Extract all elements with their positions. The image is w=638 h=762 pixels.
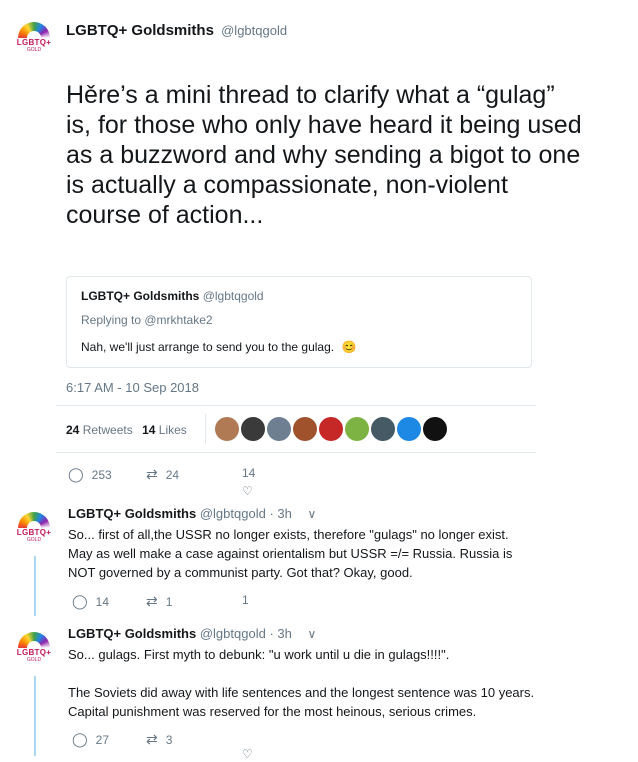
reply-header: LGBTQ+ Goldsmiths @lgbtqgold · 3h ∨ [68, 626, 316, 641]
tweet-timestamp[interactable]: 6:17 AM - 10 Sep 2018 [66, 380, 199, 395]
quoted-text-row: Nah, we'll just arrange to send you to t… [81, 340, 356, 354]
liker-avatar[interactable] [293, 417, 317, 441]
liker-avatar[interactable] [267, 417, 291, 441]
quoted-tweet[interactable]: LGBTQ+ Goldsmiths @lgbtqgold Replying to… [66, 276, 532, 368]
reply-line [68, 664, 534, 683]
divider [56, 452, 536, 453]
reply-time[interactable]: · 3h [269, 506, 291, 521]
like-count: 14 [242, 466, 256, 480]
reply-button[interactable]: ◯ 27 [72, 731, 109, 748]
divider [56, 405, 536, 406]
stats-separator [205, 414, 206, 444]
reply-author-name[interactable]: LGBTQ+ Goldsmiths [68, 626, 196, 641]
retweets-label: Retweets [82, 423, 133, 437]
engagement-stats: 24 Retweets 14 Likes [66, 423, 187, 437]
avatar[interactable]: LGBTQ+ GOLD [14, 510, 54, 550]
retweet-count: 1 [165, 595, 173, 609]
smile-emoji-icon: 😊 [341, 340, 357, 354]
retweet-icon: ⇄ [146, 466, 158, 482]
quoted-author-handle: @lgbtqgold [202, 289, 264, 303]
thread-line [34, 556, 36, 616]
chevron-down-icon[interactable]: ∨ [307, 507, 316, 521]
liker-avatar[interactable] [423, 417, 447, 441]
reply-line: The Soviets did away with life sentences… [68, 685, 535, 700]
reply-author-name[interactable]: LGBTQ+ Goldsmiths [68, 506, 196, 521]
like-count: 1 [242, 593, 249, 607]
liker-avatar[interactable] [319, 417, 343, 441]
avatar-subtext: GOLD [26, 47, 42, 53]
reply-body: So... first of all,the USSR no longer ex… [68, 525, 512, 582]
reply-header: LGBTQ+ Goldsmiths @lgbtqgold · 3h ∨ [68, 506, 316, 521]
reply-line: NOT governed by a communist party. Got t… [68, 565, 413, 580]
author-handle[interactable]: @lgbtqgold [221, 23, 287, 38]
likes-stat[interactable]: 14 Likes [142, 423, 187, 437]
reply-line: May as well make a case against oriental… [68, 546, 513, 561]
reply-line: So... gulags. First myth to debunk: "u w… [68, 647, 450, 662]
liker-avatar[interactable] [215, 417, 239, 441]
liker-avatar[interactable] [371, 417, 395, 441]
reply-button[interactable]: ◯ 14 [72, 593, 109, 610]
avatar-text: LGBTQ+ [16, 648, 52, 657]
heart-icon[interactable]: ♡ [242, 747, 253, 761]
avatar-subtext: GOLD [26, 537, 42, 543]
replying-to: Replying to @mrkhtake2 [81, 313, 213, 327]
avatar[interactable]: LGBTQ+ GOLD [14, 20, 54, 60]
reply-body: So... gulags. First myth to debunk: "u w… [68, 645, 534, 721]
author-name[interactable]: LGBTQ+ Goldsmiths [66, 22, 214, 39]
avatar-text: LGBTQ+ [16, 528, 52, 537]
like-button[interactable]: 14 [242, 466, 255, 480]
chevron-down-icon[interactable]: ∨ [307, 627, 316, 641]
heart-icon[interactable]: ♡ [242, 484, 253, 498]
liker-avatar[interactable] [397, 417, 421, 441]
reply-count: 27 [95, 733, 110, 747]
quoted-author-name: LGBTQ+ Goldsmiths [81, 289, 200, 303]
reply-author-handle[interactable]: @lgbtqgold [200, 626, 266, 641]
tweet-text: Hěre’s a mini thread to clarify what a “… [66, 81, 582, 229]
reply-icon: ◯ [72, 731, 88, 747]
retweet-button[interactable]: ⇄ 3 [146, 731, 172, 748]
likes-label: Likes [158, 423, 187, 437]
liker-avatar[interactable] [345, 417, 369, 441]
avatar[interactable]: LGBTQ+ GOLD [14, 630, 54, 670]
reply-icon: ◯ [72, 593, 88, 609]
retweets-stat[interactable]: 24 Retweets [66, 423, 133, 437]
reply-time[interactable]: · 3h [269, 626, 291, 641]
reply-button[interactable]: ◯ 253 [68, 466, 112, 483]
retweet-button[interactable]: ⇄ 24 [146, 466, 179, 483]
tweet-header: LGBTQ+ Goldsmiths @lgbtqgold [66, 22, 287, 39]
avatar-text: LGBTQ+ [16, 38, 52, 47]
reply-icon: ◯ [68, 466, 84, 482]
retweet-count: 3 [165, 733, 173, 747]
reply-count: 253 [91, 468, 112, 482]
quoted-text: Nah, we'll just arrange to send you to t… [81, 340, 335, 354]
reply-author-handle[interactable]: @lgbtqgold [200, 506, 266, 521]
liker-avatar[interactable] [241, 417, 265, 441]
retweet-count: 24 [165, 468, 180, 482]
retweet-icon: ⇄ [146, 593, 158, 609]
likes-count: 14 [142, 423, 156, 437]
thread-line [34, 676, 36, 756]
retweets-count: 24 [66, 423, 80, 437]
reply-count: 14 [95, 595, 110, 609]
reply-line: Capital punishment was reserved for the … [68, 704, 477, 719]
avatar-subtext: GOLD [26, 657, 42, 663]
reply-line: So... first of all,the USSR no longer ex… [68, 527, 509, 542]
like-button[interactable]: 1 [242, 593, 249, 607]
quoted-header: LGBTQ+ Goldsmiths @lgbtqgold [81, 289, 264, 303]
retweet-button[interactable]: ⇄ 1 [146, 593, 172, 610]
retweet-icon: ⇄ [146, 731, 158, 747]
